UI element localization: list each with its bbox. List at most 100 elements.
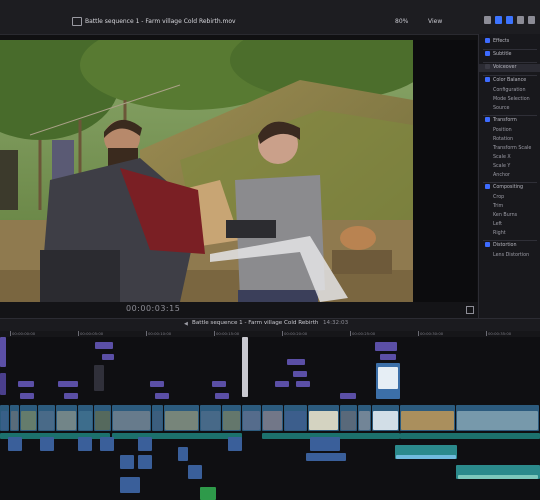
clip-thumbnail[interactable]	[165, 411, 198, 430]
view-menu[interactable]: View	[428, 18, 442, 25]
title-clip[interactable]	[296, 381, 310, 387]
title-clip[interactable]	[102, 354, 114, 360]
inspector-row[interactable]: Mode Selection	[479, 96, 540, 104]
connected-clip[interactable]	[40, 437, 54, 451]
inspector-row[interactable]: Ken Burns	[479, 212, 540, 220]
clip-thumbnail[interactable]	[153, 411, 162, 430]
clip-thumbnail[interactable]	[57, 411, 76, 430]
title-clip[interactable]	[64, 393, 78, 399]
title-clip[interactable]	[0, 373, 6, 395]
inspector-icon[interactable]	[495, 16, 502, 24]
clip-thumbnail[interactable]	[378, 367, 398, 389]
title-clip[interactable]	[155, 393, 169, 399]
title-clip[interactable]	[380, 354, 396, 360]
connected-clip[interactable]	[120, 455, 134, 469]
connected-clip[interactable]	[120, 477, 140, 493]
connected-clip[interactable]	[100, 437, 114, 451]
clip-thumbnail[interactable]	[457, 411, 538, 430]
checkbox-icon[interactable]	[485, 77, 490, 82]
inspector-row[interactable]: Left	[479, 221, 540, 229]
timeline-clips[interactable]	[0, 337, 540, 500]
clip-thumbnail[interactable]	[223, 411, 240, 430]
clip-thumbnail[interactable]	[373, 411, 398, 430]
video-viewer[interactable]	[0, 40, 413, 302]
connected-clip[interactable]	[200, 487, 216, 500]
title-clip[interactable]	[293, 371, 307, 377]
settings-icon[interactable]	[528, 16, 535, 24]
share-icon[interactable]	[506, 16, 513, 24]
audio-waveform[interactable]	[396, 455, 456, 459]
connected-clip[interactable]	[242, 337, 248, 397]
library-icon[interactable]	[484, 16, 491, 24]
title-clip[interactable]	[340, 393, 356, 399]
title-clip[interactable]	[215, 393, 229, 399]
title-clip[interactable]	[287, 359, 305, 365]
clip-thumbnail[interactable]	[1, 411, 8, 430]
inspector-row[interactable]: Distortion	[479, 242, 540, 250]
inspector-row[interactable]: Scale Y	[479, 163, 540, 171]
audio-waveform[interactable]	[458, 475, 538, 479]
inspector-row[interactable]: Transform	[479, 117, 540, 125]
connected-clip[interactable]	[138, 455, 152, 469]
inspector-row[interactable]: Right	[479, 230, 540, 238]
connected-clip[interactable]	[188, 465, 202, 479]
clip-thumbnail[interactable]	[95, 411, 110, 430]
clip-thumbnail[interactable]	[401, 411, 454, 430]
clip-thumbnail[interactable]	[11, 411, 18, 430]
audio-waveform[interactable]	[112, 433, 242, 439]
connected-clip[interactable]	[138, 437, 152, 451]
title-clip[interactable]	[150, 381, 164, 387]
checkbox-icon[interactable]	[485, 51, 490, 56]
audio-waveform[interactable]	[400, 433, 540, 439]
fullscreen-icon[interactable]	[466, 306, 474, 314]
inspector-row[interactable]: Anchor	[479, 172, 540, 180]
inspector-row[interactable]: Lens Distortion	[479, 252, 540, 260]
inspector-row[interactable]: Crop	[479, 194, 540, 202]
zoom-level-menu[interactable]: 80%	[395, 18, 408, 25]
connected-clip[interactable]	[178, 447, 188, 461]
title-clip[interactable]	[375, 342, 397, 351]
clip-thumbnail[interactable]	[359, 411, 370, 430]
checkbox-icon[interactable]	[485, 38, 490, 43]
title-clip[interactable]	[20, 393, 34, 399]
connected-clip[interactable]	[310, 437, 340, 451]
connected-clip[interactable]	[306, 453, 346, 461]
clip-thumbnail[interactable]	[113, 411, 150, 430]
checkbox-icon[interactable]	[485, 64, 490, 69]
title-clip[interactable]	[0, 337, 6, 367]
inspector-row[interactable]: Subtitle	[479, 51, 540, 59]
title-clip[interactable]	[275, 381, 289, 387]
clip-thumbnail[interactable]	[341, 411, 356, 430]
clip-thumbnail[interactable]	[21, 411, 36, 430]
title-clip[interactable]	[95, 342, 113, 349]
title-clip[interactable]	[212, 381, 226, 387]
connected-clip[interactable]	[78, 437, 92, 451]
inspector-row[interactable]: Source	[479, 105, 540, 113]
inspector-row[interactable]: Color Balance	[479, 77, 540, 85]
checkbox-icon[interactable]	[485, 184, 490, 189]
inspector-row[interactable]: Compositing	[479, 184, 540, 192]
timecode-display[interactable]: 00:00:03:15	[126, 304, 180, 313]
inspector-row[interactable]: Scale X	[479, 154, 540, 162]
clip-thumbnail[interactable]	[79, 411, 92, 430]
inspector-row[interactable]: Position	[479, 127, 540, 135]
clip-thumbnail[interactable]	[243, 411, 260, 430]
inspector-row[interactable]: Effects	[479, 38, 540, 46]
clip-thumbnail[interactable]	[285, 411, 306, 430]
title-clip[interactable]	[58, 381, 78, 387]
connected-clip[interactable]	[228, 437, 242, 451]
connected-clip[interactable]	[8, 437, 22, 451]
timeline-tracks[interactable]	[0, 337, 540, 500]
checkbox-icon[interactable]	[485, 242, 490, 247]
inspector-row[interactable]: Configuration	[479, 87, 540, 95]
timeline-project-title[interactable]: Battle sequence 1 - Farm village Cold Re…	[192, 320, 318, 326]
timeline-back-icon[interactable]: ◀	[184, 321, 188, 327]
connected-clip[interactable]	[94, 365, 104, 391]
clip-thumbnail[interactable]	[309, 411, 338, 430]
inspector-row[interactable]: Voiceover	[479, 64, 540, 72]
clip-thumbnail[interactable]	[39, 411, 54, 430]
filter-icon[interactable]	[517, 16, 524, 24]
inspector-row[interactable]: Trim	[479, 203, 540, 211]
clip-thumbnail[interactable]	[201, 411, 220, 430]
clip-thumbnail[interactable]	[263, 411, 282, 430]
